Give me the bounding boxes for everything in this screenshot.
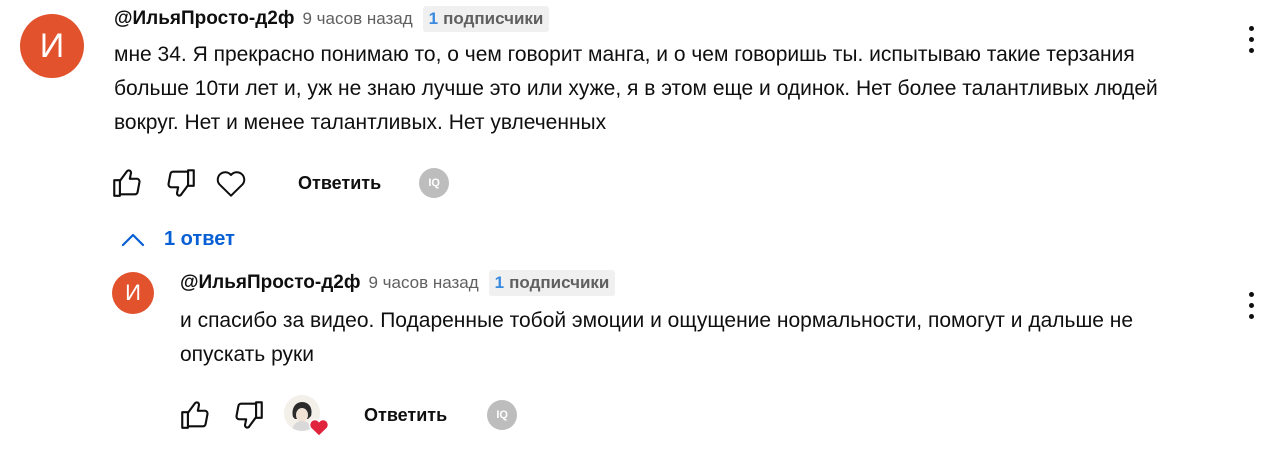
more-actions-icon[interactable] — [1242, 26, 1260, 53]
translate-icon[interactable]: IQ — [487, 400, 518, 430]
more-actions-icon[interactable] — [1242, 292, 1260, 319]
reply-text: и спасибо за видео. Подаренные тобой эмо… — [180, 309, 1134, 366]
comment-text: мне 34. Я прекрасно понимаю то, о чем го… — [114, 43, 1158, 134]
author-name[interactable]: @ИльяПросто-д2ф — [114, 8, 294, 30]
timestamp[interactable]: 9 часов назад — [368, 273, 478, 293]
comment-body: @ИльяПросто-д2ф 9 часов назад 1 подписчик… — [114, 6, 1260, 140]
subscriber-badge: 1 подписчики — [488, 270, 616, 296]
badge-label: подписчики — [509, 273, 610, 292]
avatar-letter: И — [39, 26, 65, 65]
heart-icon — [308, 418, 330, 437]
creator-heart[interactable] — [284, 395, 330, 437]
chevron-up-icon — [121, 233, 145, 246]
translate-icon[interactable]: IQ — [419, 168, 450, 198]
reply-button[interactable]: Ответить — [298, 173, 381, 194]
subscriber-badge: 1 подписчики — [422, 6, 550, 32]
badge-count: 1 — [494, 273, 505, 292]
comment-actions: Ответить IQ — [108, 164, 450, 202]
comment-thread: И @ИльяПросто-д2ф 9 часов назад 1 подписч… — [20, 6, 1260, 140]
author-name[interactable]: @ИльяПросто-д2ф — [180, 272, 360, 294]
comment-meta: @ИльяПросто-д2ф 9 часов назад 1 подписчик… — [114, 6, 1260, 32]
like-icon[interactable] — [108, 164, 146, 202]
avatar-letter: И — [125, 280, 141, 305]
badge-label: подписчики — [443, 9, 544, 28]
replies-count: 1 ответ — [164, 228, 235, 250]
timestamp[interactable]: 9 часов назад — [302, 9, 412, 29]
heart-icon[interactable] — [212, 164, 250, 202]
reply-body: @ИльяПросто-д2ф 9 часов назад 1 подписчик… — [180, 270, 1260, 372]
reply-actions: Ответить IQ — [176, 395, 518, 437]
avatar[interactable]: И — [112, 272, 154, 314]
like-icon[interactable] — [176, 396, 214, 434]
dislike-icon[interactable] — [162, 164, 200, 202]
reply-thread: И @ИльяПросто-д2ф 9 часов назад 1 подписч… — [112, 270, 1260, 372]
avatar[interactable]: И — [20, 14, 84, 78]
dislike-icon[interactable] — [230, 396, 268, 434]
reply-meta: @ИльяПросто-д2ф 9 часов назад 1 подписчик… — [180, 270, 1260, 296]
badge-count: 1 — [428, 9, 439, 28]
replies-toggle[interactable]: 1 ответ — [120, 228, 235, 251]
reply-button[interactable]: Ответить — [364, 405, 447, 426]
